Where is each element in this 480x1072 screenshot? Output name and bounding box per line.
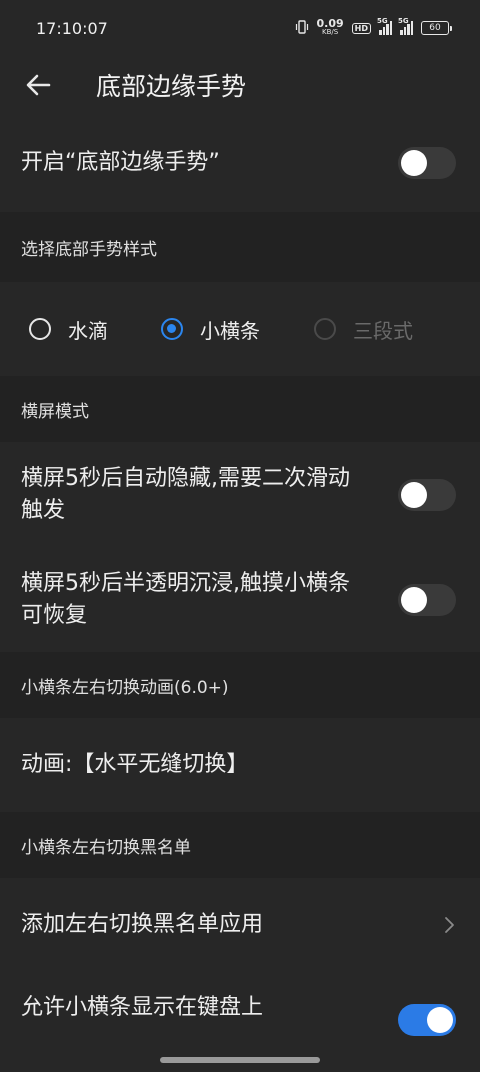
enable-gesture-toggle[interactable] [398,147,456,179]
app-header: 底部边缘手势 [0,56,480,114]
section-title-style: 选择底部手势样式 [21,239,157,260]
battery-icon: 60 [421,21,452,35]
keyboard-toggle[interactable] [398,1004,456,1036]
landscape-translucent-row[interactable]: 横屏5秒后半透明沉浸,触摸小横条可恢复 [0,547,480,652]
signal-sim2-icon: 5G [398,17,413,35]
animation-row[interactable]: 动画:【水平无缝切换】 [0,718,480,812]
battery-level: 60 [421,21,449,35]
hd-voice-icon: HD [351,22,371,34]
gesture-style-radio-group: 水滴 小横条 三段式 [29,315,456,344]
chevron-right-icon [445,917,454,933]
section-title-landscape: 横屏模式 [21,401,89,422]
landscape-autohide-toggle[interactable] [398,478,456,511]
section-header-blacklist: 小横条左右切换黑名单 [0,812,480,878]
radio-label-waterdrop: 水滴 [68,318,108,343]
section-header-landscape: 横屏模式 [0,376,480,442]
landscape-translucent-label: 横屏5秒后半透明沉浸,触摸小横条可恢复 [21,570,350,628]
network-speed-unit: KB/S [321,28,339,36]
back-button[interactable] [18,65,58,105]
radio-option-bar[interactable]: 小横条 [161,315,314,344]
radio-option-waterdrop[interactable]: 水滴 [29,315,161,344]
blacklist-label: 添加左右切换黑名单应用 [21,912,264,937]
radio-label-three-segment: 三段式 [353,318,413,343]
network-speed: 0.09 KB/S [316,17,344,37]
section-header-style: 选择底部手势样式 [0,212,480,282]
animation-label: 动画:【水平无缝切换】 [21,752,249,777]
sim2-network-tag: 5G [398,17,409,25]
enable-gesture-row[interactable]: 开启“底部边缘手势” [0,114,480,212]
radio-label-bar: 小横条 [200,318,260,343]
enable-gesture-label: 开启“底部边缘手势” [21,150,220,175]
landscape-translucent-toggle[interactable] [398,583,456,616]
back-arrow-icon [26,74,51,96]
sim1-network-tag: 5G [377,17,388,25]
section-header-animation: 小横条左右切换动画(6.0+) [0,652,480,718]
section-title-animation: 小横条左右切换动画(6.0+) [21,677,229,698]
radio-circle-icon [29,318,51,340]
landscape-autohide-row[interactable]: 横屏5秒后自动隐藏,需要二次滑动触发 [0,442,480,547]
status-time: 17:10:07 [36,18,108,38]
radio-option-three-segment[interactable]: 三段式 [314,315,413,344]
vibrate-icon [295,19,309,37]
blacklist-row[interactable]: 添加左右切换黑名单应用 [0,878,480,972]
status-icons: 0.09 KB/S HD 5G 5G 60 [295,17,452,37]
landscape-autohide-label: 横屏5秒后自动隐藏,需要二次滑动触发 [21,465,350,523]
gesture-style-row: 水滴 小横条 三段式 [0,282,480,376]
radio-checked-icon [161,318,183,340]
home-indicator[interactable] [160,1057,320,1063]
section-title-blacklist: 小横条左右切换黑名单 [21,837,191,858]
signal-sim1-icon: 5G [377,17,392,35]
page-title: 底部边缘手势 [96,72,247,101]
keyboard-label: 允许小横条显示在键盘上 [21,995,264,1020]
radio-disabled-icon [314,318,336,340]
network-speed-value: 0.09 [316,17,344,30]
status-bar: 17:10:07 0.09 KB/S HD 5G 5G 60 [0,0,480,56]
